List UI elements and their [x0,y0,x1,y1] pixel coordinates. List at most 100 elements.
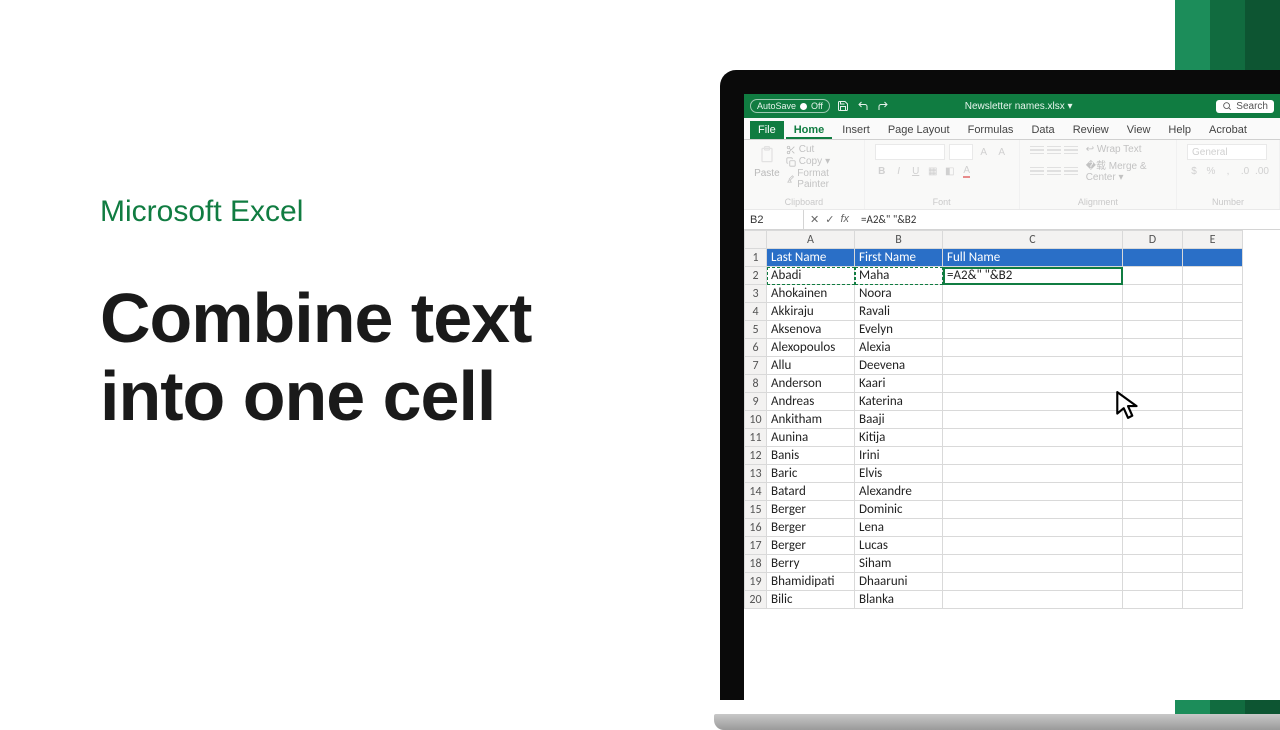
cell[interactable]: Irini [855,447,943,465]
spreadsheet[interactable]: A B C D E 1 Last Name First Name Full Na… [744,230,1280,609]
row-header[interactable]: 7 [745,357,767,375]
cell[interactable]: Dominic [855,501,943,519]
decrease-decimal-button[interactable]: .00 [1255,164,1269,178]
cell[interactable]: Deevena [855,357,943,375]
row-header[interactable]: 8 [745,375,767,393]
cell[interactable] [1123,573,1183,591]
cell[interactable]: Maha [855,267,943,285]
cell[interactable]: Dhaaruni [855,573,943,591]
tab-acrobat[interactable]: Acrobat [1201,121,1255,139]
merge-center-button[interactable]: �载 Merge & Center ▾ [1086,157,1166,183]
cell[interactable]: Last Name [767,249,855,267]
cell[interactable] [1183,483,1243,501]
cell[interactable] [943,411,1123,429]
cell[interactable]: Berger [767,537,855,555]
cell[interactable]: Kitija [855,429,943,447]
cell[interactable] [1183,249,1243,267]
row-header[interactable]: 1 [745,249,767,267]
cell[interactable]: =A2&" "&B2 [943,267,1123,285]
cell[interactable] [1123,591,1183,609]
cell[interactable]: Elvis [855,465,943,483]
cell[interactable] [1123,411,1183,429]
cell[interactable]: Baric [767,465,855,483]
row-header[interactable]: 17 [745,537,767,555]
row-header[interactable]: 16 [745,519,767,537]
row-header[interactable]: 5 [745,321,767,339]
cell[interactable] [943,573,1123,591]
cell[interactable]: Berger [767,501,855,519]
cell[interactable] [943,339,1123,357]
cell[interactable]: Alexandre [855,483,943,501]
font-size-select[interactable] [949,144,973,160]
cell[interactable] [1183,519,1243,537]
tab-data[interactable]: Data [1023,121,1062,139]
row-header[interactable]: 20 [745,591,767,609]
cell[interactable] [1183,267,1243,285]
cell[interactable]: Berger [767,519,855,537]
cell[interactable] [1183,429,1243,447]
underline-button[interactable]: U [909,164,923,178]
redo-icon[interactable] [876,99,890,113]
col-header-e[interactable]: E [1183,231,1243,249]
cell[interactable]: Baaji [855,411,943,429]
cell[interactable] [1183,411,1243,429]
col-header-c[interactable]: C [943,231,1123,249]
cell[interactable] [1123,447,1183,465]
cell[interactable]: Kaari [855,375,943,393]
cell[interactable]: Alexia [855,339,943,357]
cell[interactable] [1123,501,1183,519]
cell[interactable] [1123,519,1183,537]
row-header[interactable]: 2 [745,267,767,285]
increase-decimal-button[interactable]: .0 [1238,164,1252,178]
cell[interactable] [1183,321,1243,339]
cell[interactable] [1183,555,1243,573]
cell[interactable]: Berry [767,555,855,573]
bold-button[interactable]: B [875,164,889,178]
cell[interactable] [1123,465,1183,483]
cell[interactable] [1183,357,1243,375]
font-family-select[interactable] [875,144,945,160]
row-header[interactable]: 6 [745,339,767,357]
cell[interactable] [1123,429,1183,447]
font-color-button[interactable]: A [960,164,974,178]
col-header-a[interactable]: A [767,231,855,249]
cell[interactable] [1123,393,1183,411]
cell[interactable] [1123,321,1183,339]
cell[interactable]: Batard [767,483,855,501]
percent-button[interactable]: % [1204,164,1218,178]
cell[interactable]: Andreas [767,393,855,411]
cell[interactable]: Allu [767,357,855,375]
cell[interactable] [1123,483,1183,501]
fx-icon[interactable]: fx [840,213,849,226]
increase-font-icon[interactable]: A [977,145,991,159]
tab-file[interactable]: File [750,121,784,139]
paste-button[interactable]: Paste [754,144,780,179]
cell[interactable] [1183,285,1243,303]
tab-view[interactable]: View [1119,121,1159,139]
cell[interactable]: Evelyn [855,321,943,339]
row-header[interactable]: 3 [745,285,767,303]
wrap-text-button[interactable]: ↩ Wrap Text [1086,144,1166,155]
cell[interactable]: First Name [855,249,943,267]
cell[interactable] [1123,375,1183,393]
tab-page-layout[interactable]: Page Layout [880,121,958,139]
cell[interactable] [943,357,1123,375]
cut-button[interactable]: Cut [786,144,854,155]
fill-color-button[interactable]: ◧ [943,164,957,178]
number-format-select[interactable]: General [1187,144,1267,160]
row-header[interactable]: 19 [745,573,767,591]
italic-button[interactable]: I [892,164,906,178]
select-all-corner[interactable] [745,231,767,249]
cell[interactable]: Lena [855,519,943,537]
cell[interactable] [943,483,1123,501]
cell[interactable] [1183,339,1243,357]
enter-icon[interactable]: ✓ [825,213,834,226]
cell[interactable]: Siham [855,555,943,573]
cell[interactable] [943,285,1123,303]
cell[interactable]: Abadi [767,267,855,285]
cell[interactable] [1123,267,1183,285]
tab-formulas[interactable]: Formulas [960,121,1022,139]
cell[interactable] [1183,591,1243,609]
cell[interactable] [1123,357,1183,375]
cell[interactable] [943,591,1123,609]
